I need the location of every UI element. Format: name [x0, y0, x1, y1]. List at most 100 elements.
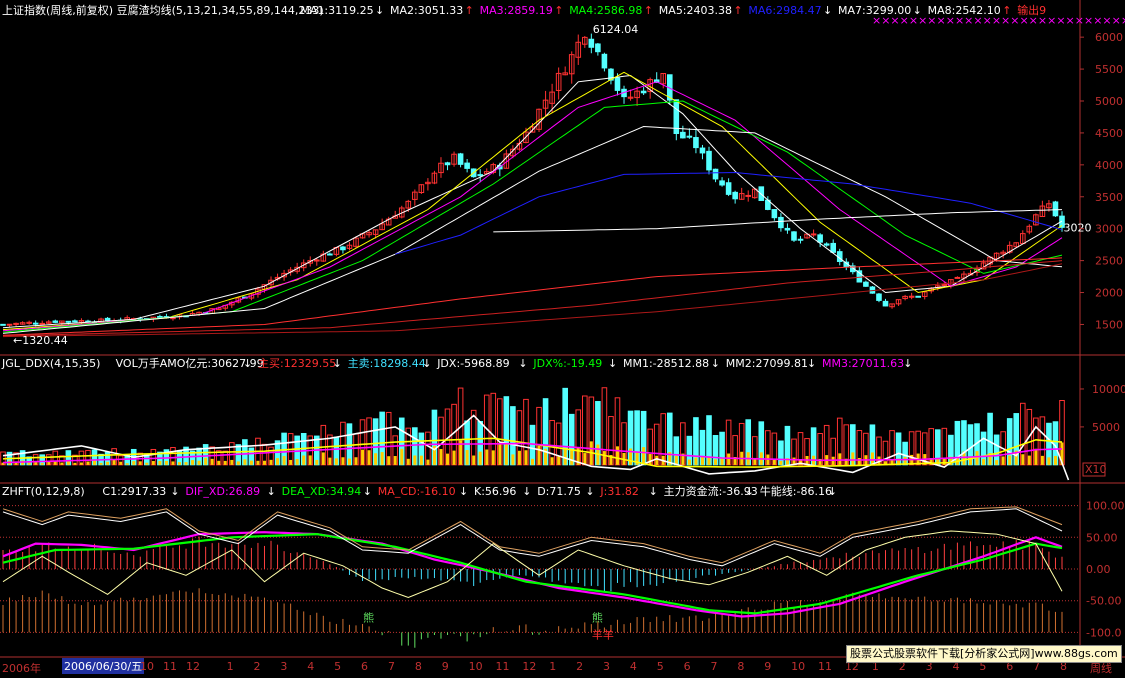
price-annotation: 3020: [1063, 221, 1091, 234]
candle-body: [104, 317, 111, 321]
indicator-tick-label: 0.00: [1086, 563, 1111, 576]
ddx-bar: [171, 461, 175, 465]
trend-arrow: ↓: [807, 357, 816, 370]
trend-arrow: ↓: [375, 4, 384, 17]
month-label: 5: [656, 660, 664, 673]
signal-mark: 熊: [592, 611, 603, 625]
ddx-bar: [210, 458, 214, 465]
month-label: 8: [414, 660, 422, 673]
ddx-bar: [419, 455, 423, 465]
candle-body: [601, 53, 608, 69]
ddx-bar: [648, 454, 652, 465]
candle-body: [823, 243, 830, 246]
trend-arrow: ↓: [422, 357, 431, 370]
cursor-date-label: 2006/06/30/五: [62, 658, 145, 674]
price-tick-label: 3500: [1095, 191, 1123, 204]
indicator-value: 牛能线:-86.16: [760, 484, 832, 498]
indicator-value: K:56.96: [474, 485, 516, 498]
ddx-bar: [361, 449, 365, 465]
main-candlestick-panel[interactable]: 6124.04 ←1320.44 3020: [0, 23, 1092, 347]
ddx-bar: [328, 457, 332, 465]
candle-body: [745, 194, 752, 197]
trend-arrow: ↓: [903, 357, 912, 370]
ddx-bar: [289, 459, 293, 465]
candle-body: [712, 168, 719, 180]
candle-body: [725, 182, 732, 195]
volume-panel[interactable]: [0, 387, 1070, 481]
trend-arrow: ↓: [711, 357, 720, 370]
candle-body: [614, 77, 621, 91]
ddx-bar: [1034, 448, 1038, 465]
candle-body: [0, 323, 6, 326]
ddx-bar: [367, 450, 371, 465]
ddx-bar: [602, 451, 606, 465]
price-tick-label: 2500: [1095, 255, 1123, 268]
indicator-value: VOL万手AMO亿元:30627.99: [116, 356, 264, 370]
ddx-bar: [557, 456, 561, 465]
ddx-bar: [413, 455, 417, 465]
trend-arrow: ↓: [823, 4, 832, 17]
candle-body: [817, 234, 823, 243]
indicator-line: [2, 506, 1063, 564]
ddx-bar: [491, 450, 495, 465]
trend-arrow: ↓: [518, 357, 527, 370]
month-label: 1: [549, 660, 557, 673]
ddx-bar: [125, 463, 129, 465]
ddx-bar: [106, 461, 110, 465]
ddx-bar: [60, 462, 64, 465]
month-label: 10: [791, 660, 806, 673]
month-label: 6: [361, 660, 369, 673]
month-label: 8: [737, 660, 745, 673]
trend-arrow: ↓: [522, 485, 531, 498]
candle-body: [732, 191, 738, 200]
month-label: 9: [764, 660, 772, 673]
indicator-name: 上证指数(周线,前复权) 豆腐渣均线(5,13,21,34,55,89,144,…: [2, 3, 324, 17]
candle-body: [6, 323, 13, 326]
month-label: 2: [576, 660, 584, 673]
ddx-bar: [34, 462, 38, 465]
ddx-bar: [472, 455, 476, 465]
trend-arrow: ↓: [363, 485, 372, 498]
ddx-bar: [380, 452, 384, 465]
ddx-bar: [119, 461, 123, 465]
indicator-name: ZHFT(0,12,9,8): [2, 485, 85, 498]
ddx-bar: [655, 455, 659, 465]
ddx-bar: [40, 463, 44, 465]
price-annotation: 6124.04: [593, 23, 639, 36]
moving-average-line: [2, 74, 1063, 329]
price-tick-label: 2000: [1095, 287, 1123, 300]
trend-arrow: ↑: [465, 4, 474, 17]
candle-body: [1052, 201, 1059, 217]
ddx-bar: [772, 459, 776, 465]
indicator-value: MA_CD:-16.10: [378, 485, 456, 498]
ddx-bar: [341, 457, 345, 465]
candle-body: [457, 153, 464, 165]
ddx-bar: [223, 460, 227, 465]
price-tick-label: 5500: [1095, 63, 1123, 76]
ddx-bar: [687, 459, 691, 465]
trend-arrow: ↓: [745, 485, 754, 498]
ddx-bar: [393, 456, 397, 465]
ddx-bar: [478, 451, 482, 465]
month-label: 4: [629, 660, 637, 673]
indicator-value: MM2:27099.81: [726, 357, 808, 370]
ddx-bar: [145, 462, 149, 465]
candle-body: [915, 295, 921, 298]
month-label: 12: [186, 660, 200, 673]
month-label: 11: [495, 660, 510, 673]
candle-body: [72, 320, 78, 323]
ddx-bar: [132, 461, 136, 465]
ddx-bar: [1001, 456, 1005, 465]
ddx-bar: [995, 460, 999, 465]
ddx-bar: [308, 455, 312, 465]
ddx-bar: [164, 460, 168, 465]
volume-tick-label: 5000: [1092, 421, 1120, 434]
trend-arrow: ↓: [459, 485, 468, 498]
ddx-bar: [517, 450, 521, 465]
ddx-bar: [550, 457, 554, 465]
ddx-bar: [204, 457, 208, 465]
indicator-panel[interactable]: 熊 熊羊羊: [2, 506, 1063, 648]
ddx-bar: [720, 458, 724, 465]
ddx-bar: [694, 457, 698, 465]
ddx-bar: [282, 456, 286, 465]
